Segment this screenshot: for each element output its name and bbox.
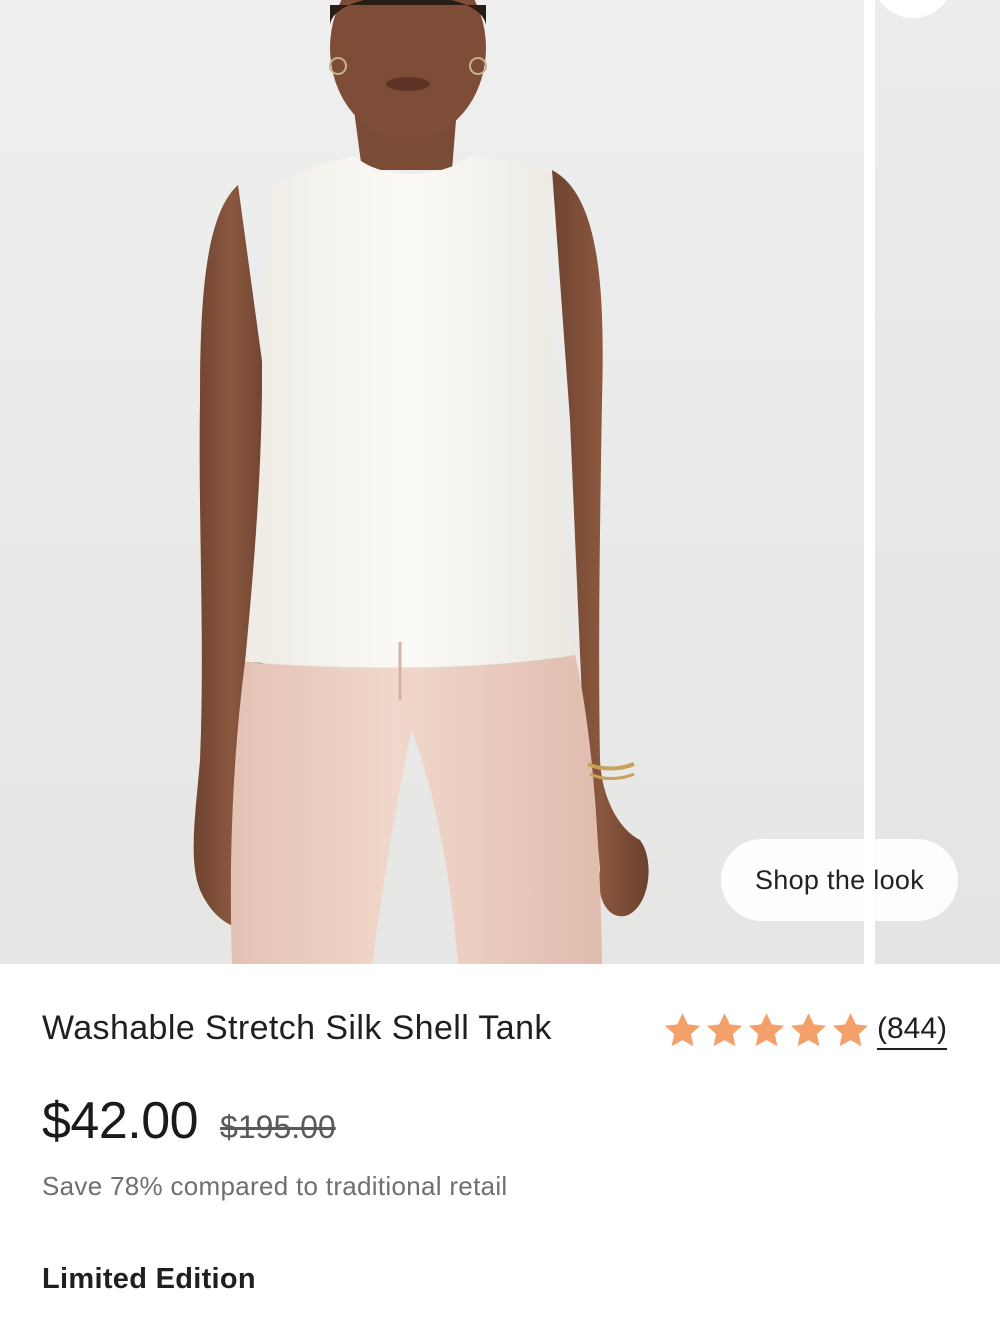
star-icon	[706, 1013, 743, 1047]
product-image-next-preview[interactable]	[875, 0, 1000, 964]
product-page: Shop the look Washable Stretch Silk Shel…	[0, 0, 1000, 1333]
star-icon	[790, 1013, 827, 1047]
star-icon	[664, 1013, 701, 1047]
product-info: Washable Stretch Silk Shell Tank (844) $…	[0, 964, 1000, 1333]
savings-text: Save 78% compared to traditional retail	[42, 1171, 508, 1201]
star-icon	[748, 1013, 785, 1047]
product-title: Washable Stretch Silk Shell Tank	[42, 1009, 552, 1047]
review-count-link[interactable]: (844)	[877, 1012, 948, 1050]
product-image-gallery[interactable]: Shop the look	[0, 0, 1000, 964]
edition-label: Limited Edition	[42, 1263, 256, 1295]
sale-price: $42.00	[42, 1092, 199, 1150]
product-rating[interactable]: (844)	[662, 1010, 948, 1051]
compare-at-price: $195.00	[220, 1109, 336, 1145]
rating-stars	[662, 1010, 871, 1051]
star-icon	[832, 1013, 869, 1047]
product-image-main[interactable]	[0, 0, 864, 964]
gallery-divider	[864, 0, 875, 964]
shop-the-look-button[interactable]: Shop the look	[721, 839, 958, 921]
price-row: $42.00 $195.00	[42, 1091, 336, 1151]
model-photo	[193, 0, 649, 964]
